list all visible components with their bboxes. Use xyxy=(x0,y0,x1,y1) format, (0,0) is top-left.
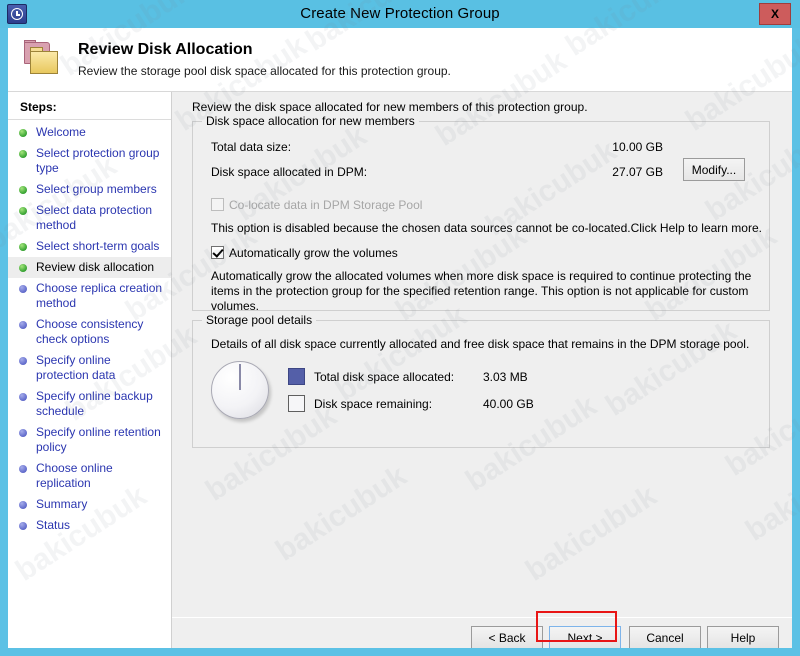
sidebar-item-label: Specify online protection data xyxy=(36,353,116,382)
sidebar-item-label: Select data protection method xyxy=(36,203,153,232)
sidebar-item-specify-online-backup-schedule[interactable]: Specify online backup schedule xyxy=(8,386,171,422)
step-bullet-icon xyxy=(19,243,27,251)
steps-heading: Steps: xyxy=(20,100,57,114)
colocate-help-text: This option is disabled because the chos… xyxy=(211,221,762,235)
legend-swatch-remaining xyxy=(288,395,305,412)
sidebar-item-label: Choose replica creation method xyxy=(36,281,163,310)
steps-sidebar: Steps: Welcome Select protection group ty… xyxy=(8,92,172,648)
storage-pool-groupbox: Storage pool details Details of all disk… xyxy=(192,313,770,448)
page-header: Review Disk Allocation Review the storag… xyxy=(8,28,792,92)
sidebar-item-label: Select protection group type xyxy=(36,146,160,175)
sidebar-item-label: Status xyxy=(36,518,71,532)
sidebar-item-review-disk-allocation[interactable]: Review disk allocation xyxy=(8,257,171,278)
disk-allocation-groupbox-title: Disk space allocation for new members xyxy=(202,114,419,128)
sidebar-item-summary[interactable]: Summary xyxy=(8,494,171,515)
step-bullet-icon xyxy=(19,465,27,473)
sidebar-item-specify-online-retention-policy[interactable]: Specify online retention policy xyxy=(8,422,171,458)
sidebar-item-label: Select group members xyxy=(36,182,157,196)
disk-allocation-groupbox: Disk space allocation for new members To… xyxy=(192,114,770,313)
step-bullet-icon xyxy=(19,207,27,215)
main-intro-text: Review the disk space allocated for new … xyxy=(192,100,588,114)
storage-pool-pie-chart xyxy=(211,361,273,423)
sidebar-item-select-protection-group-type[interactable]: Select protection group type xyxy=(8,143,171,179)
storage-pool-groupbox-title: Storage pool details xyxy=(202,313,317,327)
sidebar-item-welcome[interactable]: Welcome xyxy=(8,122,171,143)
page-subtitle: Review the storage pool disk space alloc… xyxy=(78,64,451,78)
sidebar-item-label: Select short-term goals xyxy=(36,239,160,253)
next-button[interactable]: Next > xyxy=(549,626,621,648)
sidebar-item-choose-replica-creation-method[interactable]: Choose replica creation method xyxy=(8,278,171,314)
sidebar-item-label: Choose consistency check options xyxy=(36,317,144,346)
legend-label-remaining: Disk space remaining: xyxy=(314,397,433,411)
step-bullet-icon xyxy=(19,357,27,365)
step-bullet-icon xyxy=(19,264,27,272)
cancel-button[interactable]: Cancel xyxy=(629,626,701,648)
total-data-size-value: 10.00 GB xyxy=(612,140,663,154)
sidebar-item-label: Specify online backup schedule xyxy=(36,389,153,418)
folders-icon xyxy=(22,40,66,80)
main-content: Review the disk space allocated for new … xyxy=(172,92,792,648)
step-bullet-icon xyxy=(19,429,27,437)
autogrow-checkbox[interactable] xyxy=(211,246,224,259)
step-bullet-icon xyxy=(19,186,27,194)
sidebar-item-choose-consistency-check-options[interactable]: Choose consistency check options xyxy=(8,314,171,350)
sidebar-item-label: Review disk allocation xyxy=(36,260,155,274)
page-title: Review Disk Allocation xyxy=(78,41,253,58)
legend-label-allocated: Total disk space allocated: xyxy=(314,370,455,384)
colocate-checkbox-label: Co-locate data in DPM Storage Pool xyxy=(229,198,423,212)
title-bar: Create New Protection Group X xyxy=(0,0,800,28)
sidebar-item-select-data-protection-method[interactable]: Select data protection method xyxy=(8,200,171,236)
step-bullet-icon xyxy=(19,129,27,137)
legend-value-allocated: 3.03 MB xyxy=(483,370,528,384)
legend-swatch-allocated xyxy=(288,368,305,385)
dialog-footer: < Back Next > Cancel Help xyxy=(172,618,792,648)
step-bullet-icon xyxy=(19,393,27,401)
sidebar-item-select-short-term-goals[interactable]: Select short-term goals xyxy=(8,236,171,257)
steps-divider xyxy=(8,119,171,120)
modify-button[interactable]: Modify... xyxy=(683,158,745,181)
legend-value-remaining: 40.00 GB xyxy=(483,397,534,411)
sidebar-item-label: Summary xyxy=(36,497,88,511)
step-bullet-icon xyxy=(19,501,27,509)
steps-list: Welcome Select protection group type Selec… xyxy=(8,122,171,536)
help-button[interactable]: Help xyxy=(707,626,779,648)
step-bullet-icon xyxy=(19,150,27,158)
autogrow-checkbox-label: Automatically grow the volumes xyxy=(229,246,398,260)
sidebar-item-select-group-members[interactable]: Select group members xyxy=(8,179,171,200)
step-bullet-icon xyxy=(19,285,27,293)
sidebar-item-label: Choose online replication xyxy=(36,461,113,490)
autogrow-description: Automatically grow the allocated volumes… xyxy=(211,269,752,313)
dialog-client-area: Review Disk Allocation Review the storag… xyxy=(8,28,792,648)
dpm-allocated-label: Disk space allocated in DPM: xyxy=(211,165,368,179)
dialog-window: Create New Protection Group X Review Dis… xyxy=(0,0,800,656)
step-bullet-icon xyxy=(19,321,27,329)
close-icon[interactable]: X xyxy=(759,3,791,25)
dpm-allocated-value: 27.07 GB xyxy=(612,165,663,179)
back-button[interactable]: < Back xyxy=(471,626,543,648)
colocate-checkbox-row: Co-locate data in DPM Storage Pool xyxy=(211,198,422,212)
step-bullet-icon xyxy=(19,522,27,530)
sidebar-item-specify-online-protection-data[interactable]: Specify online protection data xyxy=(8,350,171,386)
sidebar-item-label: Welcome xyxy=(36,125,86,139)
autogrow-checkbox-row[interactable]: Automatically grow the volumes xyxy=(211,246,398,260)
sidebar-item-status[interactable]: Status xyxy=(8,515,171,536)
sidebar-item-label: Specify online retention policy xyxy=(36,425,161,454)
storage-pool-description: Details of all disk space currently allo… xyxy=(211,337,750,351)
colocate-checkbox xyxy=(211,198,224,211)
sidebar-item-choose-online-replication[interactable]: Choose online replication xyxy=(8,458,171,494)
total-data-size-label: Total data size: xyxy=(211,140,292,154)
window-title: Create New Protection Group xyxy=(300,5,500,22)
